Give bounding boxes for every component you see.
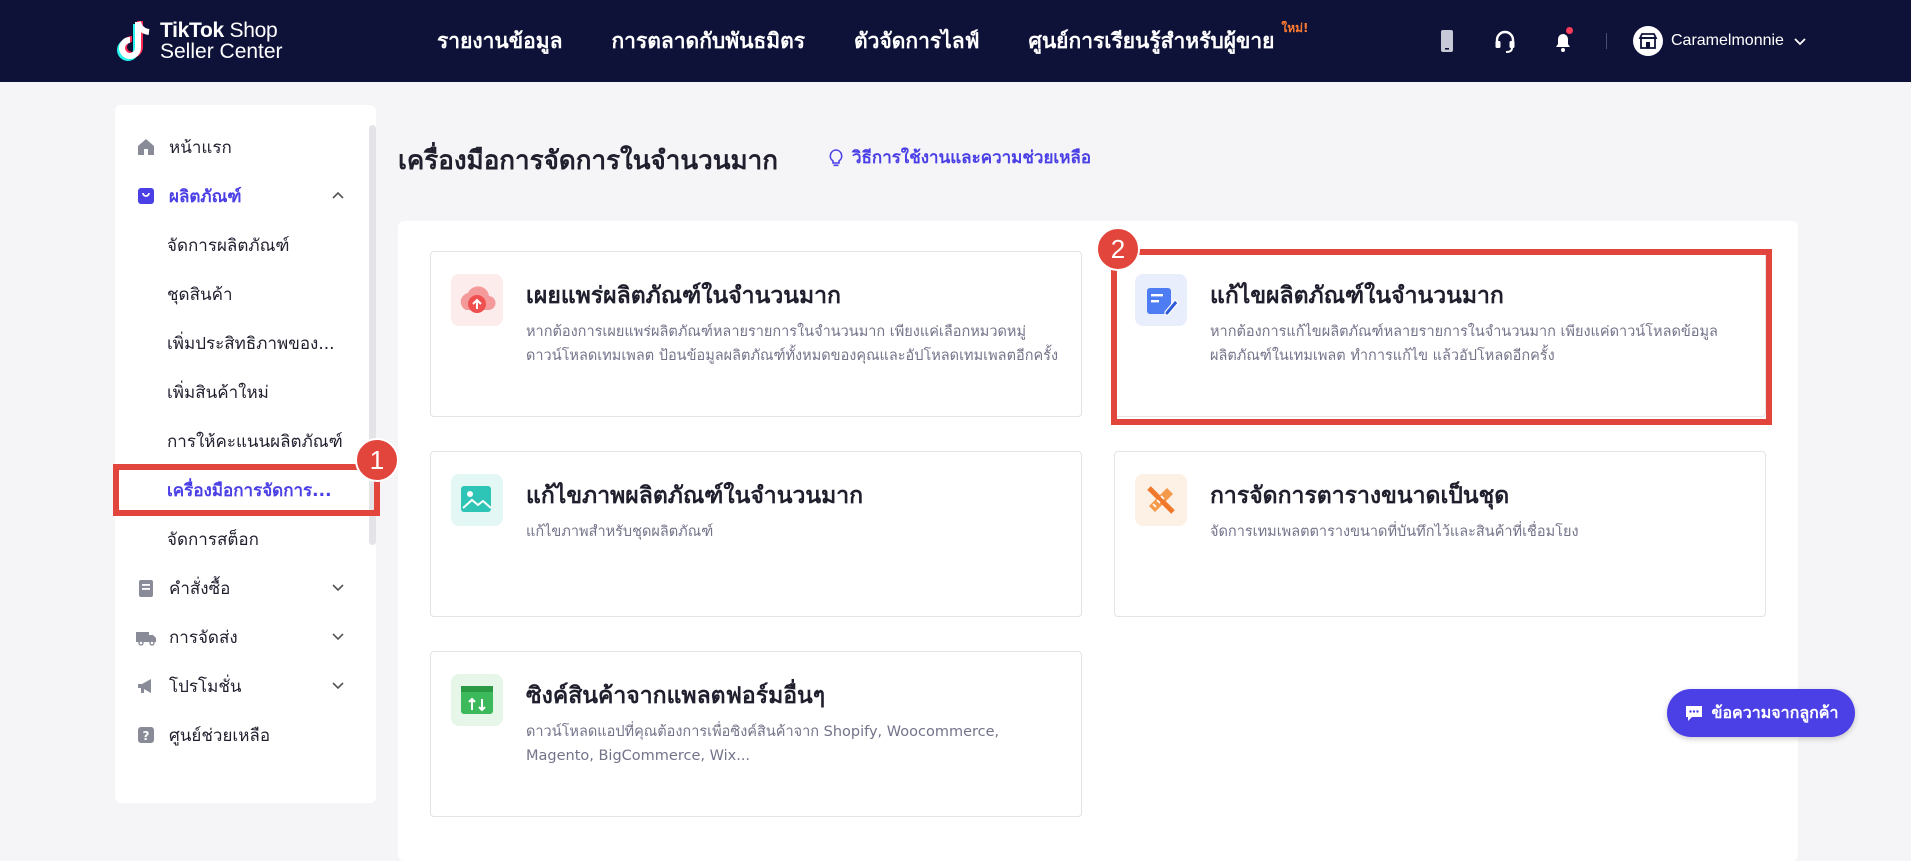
- nav-label: การตลาดกับพันธมิตร: [611, 28, 806, 53]
- sidebar-label: เพิ่มสินค้าใหม่: [167, 382, 269, 403]
- sidebar-label: ผลิตภัณฑ์: [169, 186, 242, 207]
- chevron-down-icon: [332, 682, 344, 690]
- highlight-box-1: [113, 464, 380, 516]
- sync-window-icon: [451, 674, 503, 726]
- sidebar-item-manage-stock[interactable]: จัดการสต็อก: [115, 517, 365, 561]
- sidebar-item-orders[interactable]: คำสั่งซื้อ: [115, 566, 365, 610]
- tiktok-icon: [116, 18, 156, 64]
- nav-label: ศูนย์การเรียนรู้สำหรับผู้ขาย: [1028, 28, 1275, 53]
- card-size-chart-management[interactable]: การจัดการตารางขนาดเป็นชุด จัดการเทมเพลตต…: [1114, 451, 1766, 617]
- store-avatar-icon: [1633, 26, 1663, 56]
- sidebar-item-help-center[interactable]: ? ศูนย์ช่วยเหลือ: [115, 713, 365, 757]
- sidebar-label: การให้คะแนนผลิตภัณฑ์: [167, 431, 343, 452]
- ruler-pencil-icon: [1135, 474, 1187, 526]
- help-link-label: วิธีการใช้งานและความช่วยเหลือ: [852, 148, 1092, 168]
- main-nav: รายงานข้อมูล การตลาดกับพันธมิตร ตัวจัดกา…: [437, 0, 1323, 82]
- account-name: Caramelmonnie: [1671, 32, 1784, 49]
- image-icon: [451, 474, 503, 526]
- sidebar-item-product-sets[interactable]: ชุดสินค้า: [115, 272, 365, 316]
- top-navigation-bar: TikTok Shop Seller Center รายงานข้อมูล ก…: [0, 0, 1911, 82]
- sidebar-item-shipping[interactable]: การจัดส่ง: [115, 615, 365, 659]
- nav-label: ตัวจัดการไลฟ์: [854, 28, 980, 53]
- logo-subtitle: Seller Center: [160, 40, 283, 63]
- sidebar: หน้าแรก ผลิตภัณฑ์ จัดการผลิตภัณฑ์ ชุดสิน…: [115, 105, 376, 803]
- highlight-box-2: [1111, 249, 1772, 425]
- shopping-bag-icon: [135, 185, 157, 207]
- document-icon: [135, 577, 157, 599]
- card-bulk-publish[interactable]: เผยแพร่ผลิตภัณฑ์ในจำนวนมาก หากต้องการเผย…: [430, 251, 1082, 417]
- nav-seller-university[interactable]: ศูนย์การเรียนรู้สำหรับผู้ขาย ใหม่!: [1028, 21, 1308, 58]
- sidebar-label: หน้าแรก: [169, 137, 232, 158]
- page-title: เครื่องมือการจัดการในจำนวนมาก: [398, 146, 778, 176]
- headset-icon[interactable]: [1490, 26, 1520, 56]
- chat-button-label: ข้อความจากลูกค้า: [1711, 702, 1839, 722]
- card-description: หากต้องการเผยแพร่ผลิตภัณฑ์หลายรายการในจำ…: [526, 324, 1059, 364]
- card-title: เผยแพร่ผลิตภัณฑ์ในจำนวนมาก: [526, 283, 841, 309]
- sidebar-label: คำสั่งซื้อ: [169, 578, 231, 599]
- help-icon: ?: [135, 724, 157, 746]
- customer-messages-button[interactable]: ข้อความจากลูกค้า: [1667, 689, 1855, 737]
- nav-data-reports[interactable]: รายงานข้อมูล: [437, 25, 562, 58]
- chevron-down-icon: [1794, 38, 1806, 46]
- lightbulb-icon: [829, 148, 843, 166]
- sidebar-label: เพิ่มประสิทธิภาพของ...: [167, 333, 335, 354]
- upload-cloud-icon: [451, 274, 503, 326]
- sidebar-label: จัดการผลิตภัณฑ์: [167, 235, 290, 256]
- chat-bubble-icon: [1685, 706, 1702, 721]
- top-actions: Caramelmonnie: [1432, 26, 1808, 56]
- chevron-down-icon: [332, 584, 344, 592]
- sidebar-item-product-ratings[interactable]: การให้คะแนนผลิตภัณฑ์: [115, 419, 365, 463]
- sidebar-item-add-product[interactable]: เพิ่มสินค้าใหม่: [115, 370, 365, 414]
- card-bulk-image-edit[interactable]: แก้ไขภาพผลิตภัณฑ์ในจำนวนมาก แก้ไขภาพสำหร…: [430, 451, 1082, 617]
- card-title: ซิงค์สินค้าจากแพลตฟอร์มอื่นๆ: [526, 683, 826, 709]
- logo-brand: TikTok: [160, 19, 224, 42]
- nav-affiliate-marketing[interactable]: การตลาดกับพันธมิตร: [611, 25, 805, 58]
- logo-shop: Shop: [223, 19, 278, 42]
- nav-live-manager[interactable]: ตัวจัดการไลฟ์: [854, 25, 979, 58]
- chevron-down-icon: [332, 633, 344, 641]
- megaphone-icon: [135, 675, 157, 697]
- new-tag: ใหม่!: [1281, 20, 1309, 35]
- chevron-up-icon: [332, 191, 344, 199]
- sidebar-label: การจัดส่ง: [169, 627, 238, 648]
- sidebar-label: จัดการสต็อก: [167, 529, 259, 550]
- sidebar-item-products[interactable]: ผลิตภัณฑ์: [115, 174, 365, 218]
- card-title: แก้ไขภาพผลิตภัณฑ์ในจำนวนมาก: [526, 483, 864, 509]
- card-description: จัดการเทมเพลตตารางขนาดที่บันทึกไว้และสิน…: [1210, 524, 1579, 540]
- step-badge-1: 1: [355, 438, 399, 482]
- logo-text: TikTok Shop Seller Center: [160, 20, 283, 62]
- bell-icon[interactable]: [1548, 26, 1578, 56]
- home-icon: [135, 136, 157, 158]
- step-badge-2: 2: [1096, 227, 1140, 271]
- card-description: ดาวน์โหลดแอปที่คุณต้องการเพื่อซิงค์สินค้…: [526, 724, 1000, 764]
- sidebar-label: ศูนย์ช่วยเหลือ: [169, 725, 271, 746]
- sidebar-item-promotions[interactable]: โปรโมชั่น: [115, 664, 365, 708]
- card-title: การจัดการตารางขนาดเป็นชุด: [1210, 483, 1510, 509]
- divider: [1606, 33, 1607, 49]
- sidebar-item-manage-products[interactable]: จัดการผลิตภัณฑ์: [115, 223, 365, 267]
- card-sync-platforms[interactable]: ซิงค์สินค้าจากแพลตฟอร์มอื่นๆ ดาวน์โหลดแอ…: [430, 651, 1082, 817]
- help-link[interactable]: วิธีการใช้งานและความช่วยเหลือ: [826, 144, 1091, 171]
- card-description: แก้ไขภาพสำหรับชุดผลิตภัณฑ์: [526, 524, 714, 540]
- tiktok-shop-logo[interactable]: TikTok Shop Seller Center: [116, 18, 283, 64]
- notification-dot: [1566, 27, 1573, 34]
- mobile-icon[interactable]: [1432, 26, 1462, 56]
- sidebar-label: ชุดสินค้า: [167, 284, 233, 305]
- sidebar-label: โปรโมชั่น: [169, 676, 242, 697]
- sidebar-item-home[interactable]: หน้าแรก: [115, 125, 365, 169]
- nav-label: รายงานข้อมูล: [437, 28, 563, 53]
- truck-icon: [135, 626, 157, 648]
- svg-text:?: ?: [143, 729, 150, 743]
- sidebar-item-optimize[interactable]: เพิ่มประสิทธิภาพของ...: [115, 321, 365, 365]
- account-menu[interactable]: Caramelmonnie: [1633, 26, 1808, 56]
